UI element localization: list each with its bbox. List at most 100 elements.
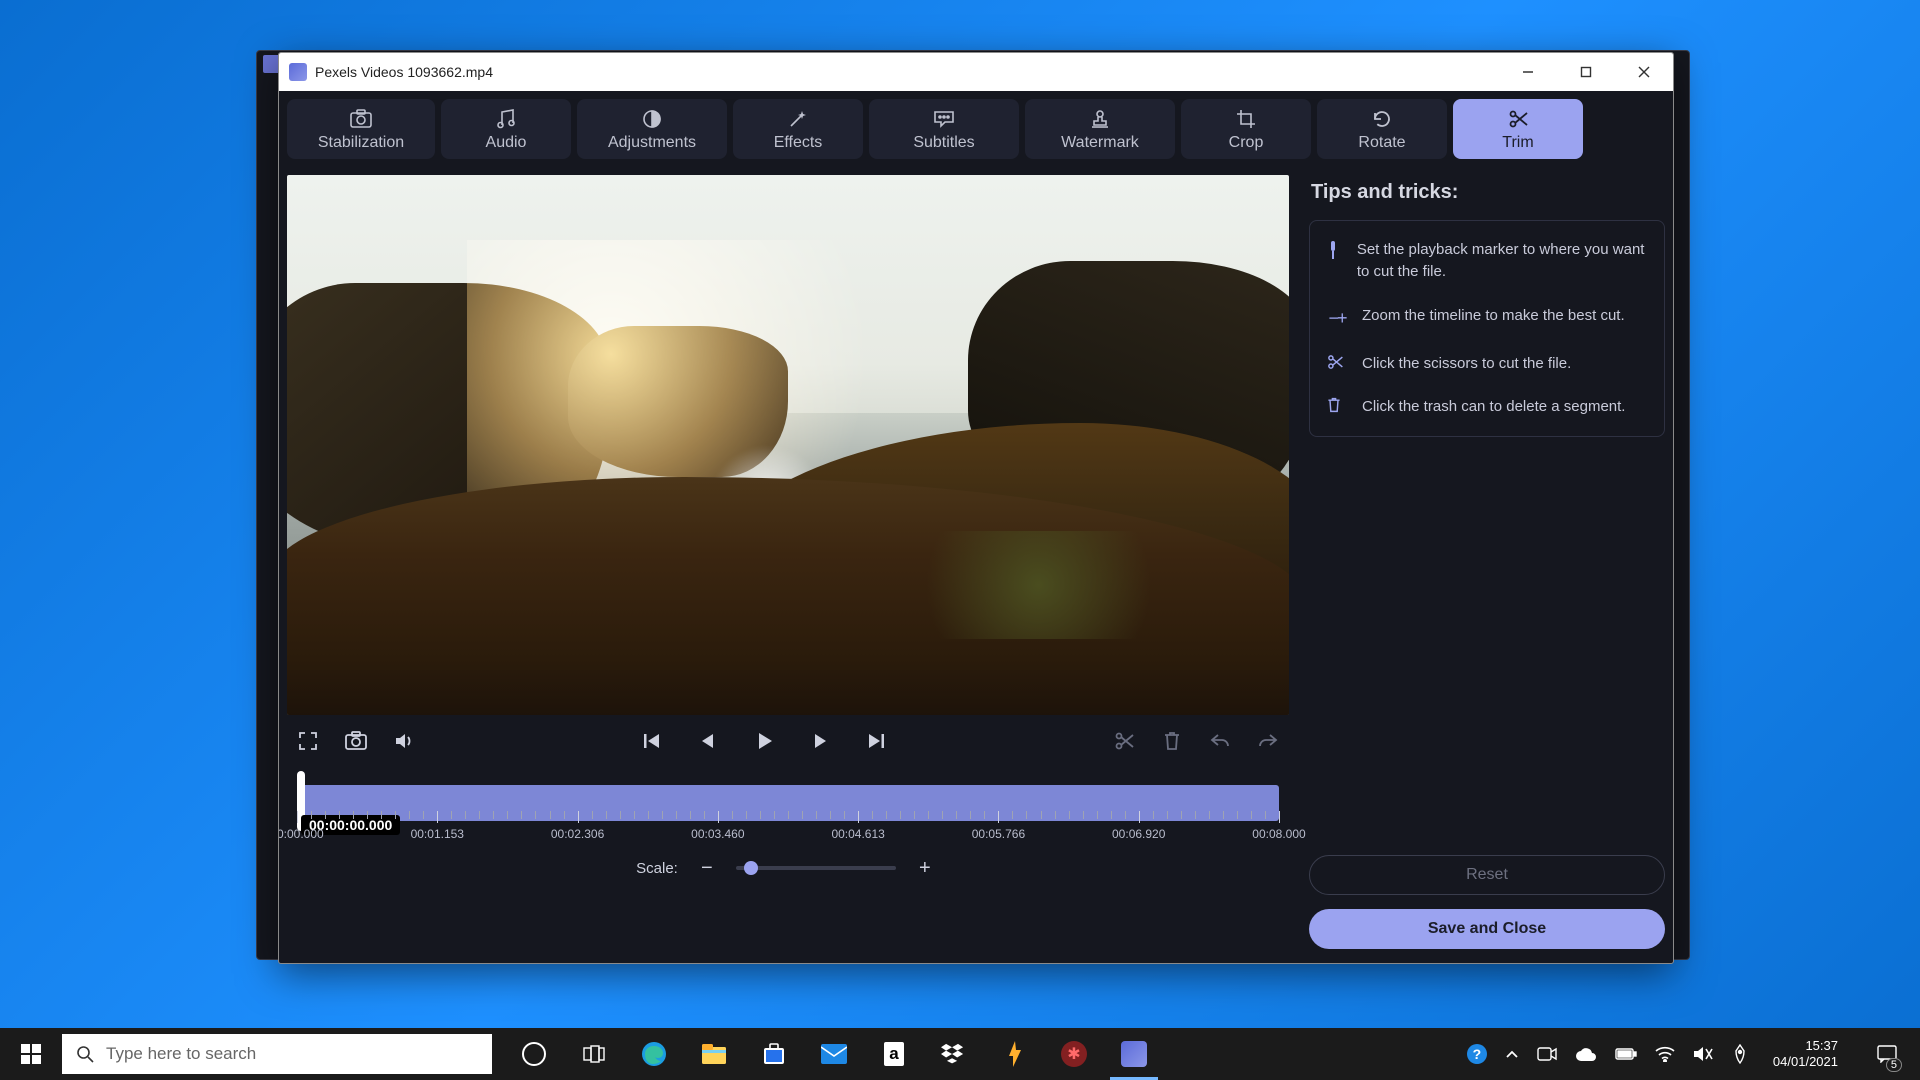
tip-text: Click the scissors to cut the file. bbox=[1362, 353, 1571, 375]
tab-label: Crop bbox=[1229, 134, 1264, 152]
cut-button[interactable] bbox=[1109, 726, 1139, 756]
taskbar-app-winamp[interactable] bbox=[984, 1028, 1044, 1080]
timeline-label: 00:04.613 bbox=[831, 827, 884, 841]
tab-effects[interactable]: Effects bbox=[733, 99, 863, 159]
timeline-label: 00:00.000 bbox=[278, 827, 324, 841]
taskbar-app-amazon[interactable]: a bbox=[864, 1028, 924, 1080]
zoom-out-button[interactable]: − bbox=[692, 853, 722, 883]
timeline[interactable]: 00:00:00.000 00:00.00000:01.15300:02.306… bbox=[287, 771, 1289, 843]
tab-crop[interactable]: Crop bbox=[1181, 99, 1311, 159]
zoom-in-button[interactable]: + bbox=[910, 853, 940, 883]
tab-audio[interactable]: Audio bbox=[441, 99, 571, 159]
taskbar-search[interactable]: Type here to search bbox=[62, 1034, 492, 1074]
timeline-label: 00:05.766 bbox=[972, 827, 1025, 841]
search-placeholder: Type here to search bbox=[106, 1044, 256, 1064]
tab-adjustments[interactable]: Adjustments bbox=[577, 99, 727, 159]
tray-wifi-icon[interactable] bbox=[1655, 1046, 1675, 1062]
tip-item: Set the playback marker to where you wan… bbox=[1326, 239, 1648, 283]
taskbar-app-mail[interactable] bbox=[804, 1028, 864, 1080]
volume-button[interactable] bbox=[389, 726, 419, 756]
tab-label: Adjustments bbox=[608, 134, 696, 152]
tray-chevron-up-icon[interactable] bbox=[1505, 1049, 1519, 1059]
tab-subtitles[interactable]: Subtitles bbox=[869, 99, 1019, 159]
close-button[interactable] bbox=[1615, 53, 1673, 91]
app-window: Pexels Videos 1093662.mp4 Stabilization … bbox=[278, 52, 1674, 964]
snapshot-button[interactable] bbox=[341, 726, 371, 756]
scale-slider-handle[interactable] bbox=[744, 861, 758, 875]
scale-slider[interactable] bbox=[736, 866, 896, 870]
step-back-button[interactable] bbox=[693, 726, 723, 756]
minimize-button[interactable] bbox=[1499, 53, 1557, 91]
undo-button[interactable] bbox=[1205, 726, 1235, 756]
timeline-label: 00:06.920 bbox=[1112, 827, 1165, 841]
playback-controls bbox=[287, 715, 1289, 767]
skip-end-button[interactable] bbox=[861, 726, 891, 756]
tab-label: Trim bbox=[1502, 134, 1533, 152]
tray-pen-icon[interactable] bbox=[1731, 1044, 1749, 1064]
task-view-icon[interactable] bbox=[564, 1028, 624, 1080]
taskbar-app-dropbox[interactable] bbox=[924, 1028, 984, 1080]
system-tray: ? 15:37 04/01/2021 5 bbox=[1467, 1028, 1920, 1080]
tip-item: −+ Zoom the timeline to make the best cu… bbox=[1326, 305, 1648, 331]
scissors-icon bbox=[1326, 353, 1348, 375]
maximize-button[interactable] bbox=[1557, 53, 1615, 91]
crop-icon bbox=[1235, 108, 1257, 130]
tips-heading: Tips and tricks: bbox=[1311, 181, 1665, 204]
taskbar-app-explorer[interactable] bbox=[684, 1028, 744, 1080]
stamp-icon bbox=[1089, 108, 1111, 130]
tip-text: Zoom the timeline to make the best cut. bbox=[1362, 305, 1625, 331]
tab-label: Audio bbox=[486, 134, 527, 152]
cortana-icon[interactable] bbox=[504, 1028, 564, 1080]
clock-time: 15:37 bbox=[1773, 1038, 1838, 1054]
tab-trim[interactable]: Trim bbox=[1453, 99, 1583, 159]
action-buttons: Reset Save and Close bbox=[1309, 855, 1665, 955]
tray-volume-icon[interactable] bbox=[1693, 1045, 1713, 1063]
play-button[interactable] bbox=[749, 726, 779, 756]
music-note-icon bbox=[495, 108, 517, 130]
tip-item: Click the trash can to delete a segment. bbox=[1326, 396, 1648, 418]
tab-label: Watermark bbox=[1061, 134, 1139, 152]
tray-meet-now-icon[interactable] bbox=[1537, 1046, 1557, 1062]
timeline-label: 00:08.000 bbox=[1252, 827, 1305, 841]
marker-icon bbox=[1326, 239, 1343, 283]
tab-stabilization[interactable]: Stabilization bbox=[287, 99, 435, 159]
scissors-icon bbox=[1507, 108, 1529, 130]
tip-text: Click the trash can to delete a segment. bbox=[1362, 396, 1625, 418]
reset-label: Reset bbox=[1466, 866, 1508, 884]
tab-rotate[interactable]: Rotate bbox=[1317, 99, 1447, 159]
redo-button[interactable] bbox=[1253, 726, 1283, 756]
taskbar-app-red[interactable]: ✱ bbox=[1044, 1028, 1104, 1080]
tab-label: Stabilization bbox=[318, 134, 404, 152]
start-button[interactable] bbox=[0, 1028, 62, 1080]
taskbar-app-store[interactable] bbox=[744, 1028, 804, 1080]
step-forward-button[interactable] bbox=[805, 726, 835, 756]
tab-watermark[interactable]: Watermark bbox=[1025, 99, 1175, 159]
skip-start-button[interactable] bbox=[637, 726, 667, 756]
scale-label: Scale: bbox=[636, 860, 678, 877]
tray-onedrive-icon[interactable] bbox=[1575, 1047, 1597, 1061]
windows-logo-icon bbox=[21, 1044, 41, 1064]
tips-box: Set the playback marker to where you wan… bbox=[1309, 220, 1665, 437]
taskbar-app-edge[interactable] bbox=[624, 1028, 684, 1080]
contrast-icon bbox=[641, 108, 663, 130]
timeline-label: 00:03.460 bbox=[691, 827, 744, 841]
taskbar-app-current[interactable] bbox=[1104, 1028, 1164, 1080]
tray-battery-icon[interactable] bbox=[1615, 1048, 1637, 1060]
wand-icon bbox=[787, 108, 809, 130]
notifications-button[interactable]: 5 bbox=[1862, 1028, 1912, 1080]
taskbar-clock[interactable]: 15:37 04/01/2021 bbox=[1767, 1038, 1844, 1069]
timeline-label: 00:01.153 bbox=[411, 827, 464, 841]
tab-label: Effects bbox=[774, 134, 823, 152]
delete-button[interactable] bbox=[1157, 726, 1187, 756]
window-title: Pexels Videos 1093662.mp4 bbox=[315, 64, 1499, 80]
rotate-icon bbox=[1371, 108, 1393, 130]
video-preview[interactable] bbox=[287, 175, 1289, 715]
timeline-label: 00:02.306 bbox=[551, 827, 604, 841]
camera-icon bbox=[349, 108, 373, 130]
tray-help-icon[interactable]: ? bbox=[1467, 1044, 1487, 1064]
save-close-button[interactable]: Save and Close bbox=[1309, 909, 1665, 949]
taskbar: Type here to search a ✱ bbox=[0, 1028, 1920, 1080]
clock-date: 04/01/2021 bbox=[1773, 1054, 1838, 1070]
reset-button[interactable]: Reset bbox=[1309, 855, 1665, 895]
fullscreen-button[interactable] bbox=[293, 726, 323, 756]
